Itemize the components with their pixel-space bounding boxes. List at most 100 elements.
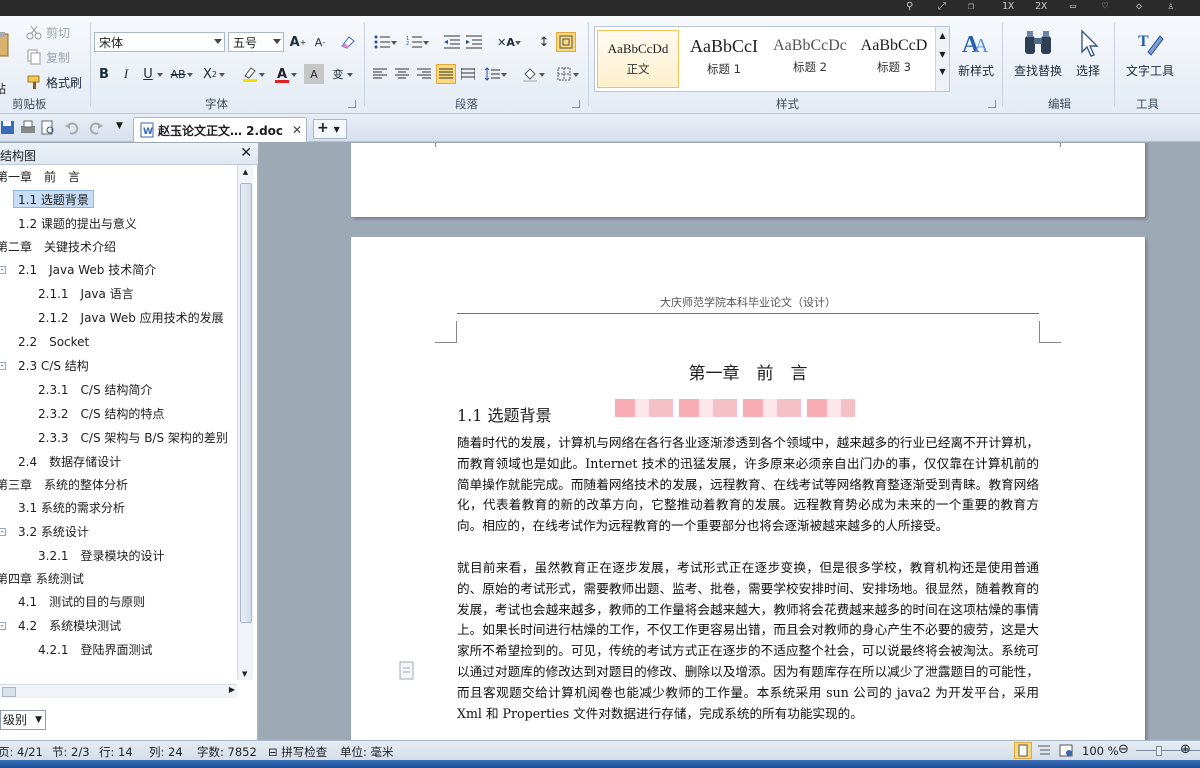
paragraph-note-icon[interactable] bbox=[399, 661, 415, 681]
text-tools-button[interactable]: T 文字工具 bbox=[1120, 28, 1180, 79]
copy-button[interactable]: 复制 bbox=[26, 47, 70, 67]
style-heading-3[interactable]: AaBbCcD 标题 3 bbox=[853, 30, 935, 88]
body-paragraph[interactable]: 随着时代的发展，计算机与网络在各行各业逐渐渗透到各个领域中，越来越多的行业已经离… bbox=[457, 433, 1039, 537]
shrink-font-button[interactable]: A- bbox=[310, 32, 330, 52]
body-paragraph[interactable]: 就目前来看，虽然教育正在逐步发展，考试形式正在逐步变换，但是很多学校，教育机构还… bbox=[457, 558, 1039, 724]
align-right-button[interactable] bbox=[414, 64, 434, 84]
outline-view-icon[interactable] bbox=[1036, 743, 1052, 758]
pin-icon[interactable]: ⚲ bbox=[906, 1, 913, 12]
undo-icon[interactable] bbox=[64, 120, 80, 136]
person-icon[interactable]: ♙ bbox=[1168, 1, 1174, 12]
scroll-down-icon[interactable]: ▼ bbox=[242, 670, 247, 678]
styles-dialog-launcher[interactable] bbox=[988, 100, 996, 108]
spell-check-toggle[interactable]: ⊟ 拼写检查 bbox=[268, 744, 327, 760]
print-icon[interactable] bbox=[20, 120, 36, 136]
new-style-button[interactable]: AA 新样式 bbox=[954, 28, 998, 79]
web-view-icon[interactable] bbox=[1058, 743, 1074, 758]
highlight-button[interactable] bbox=[240, 64, 265, 84]
paragraph-dialog-launcher[interactable] bbox=[572, 100, 580, 108]
scroll-thumb[interactable] bbox=[240, 183, 252, 623]
borders-button[interactable] bbox=[554, 64, 579, 84]
section-heading[interactable]: 1.1 选题背景 bbox=[457, 402, 552, 426]
nav-item[interactable]: 2.1 Java Web 技术简介 bbox=[18, 261, 156, 279]
superscript-button[interactable]: X2 bbox=[200, 64, 225, 84]
zoom-2x-button[interactable]: 2X bbox=[1035, 1, 1047, 12]
style-heading-1[interactable]: AaBbCcI 标题 1 bbox=[683, 30, 765, 88]
sort-button[interactable]: ↕ bbox=[534, 32, 554, 52]
zoom-in-icon[interactable]: ⊕ bbox=[1180, 742, 1191, 757]
nav-item[interactable]: 3.1 系统的需求分析 bbox=[18, 499, 125, 517]
strikethrough-button[interactable]: AB bbox=[168, 64, 193, 84]
format-painter-button[interactable]: 格式刷 bbox=[26, 72, 82, 92]
font-dialog-launcher[interactable] bbox=[348, 100, 356, 108]
font-size-select[interactable]: 五号 bbox=[228, 32, 284, 52]
zoom-out-icon[interactable]: ⊖ bbox=[1118, 742, 1129, 757]
nav-item[interactable]: 第三章 系统的整体分析 bbox=[0, 476, 128, 494]
zoom-slider-thumb[interactable] bbox=[1156, 746, 1162, 756]
nav-item[interactable]: 4.1 测试的目的与原则 bbox=[18, 593, 145, 611]
shading-button[interactable] bbox=[520, 64, 545, 84]
line-spacing-button[interactable] bbox=[482, 64, 507, 84]
grow-font-button[interactable]: A + bbox=[288, 32, 308, 52]
collapse-toggle[interactable]: - bbox=[0, 528, 6, 536]
print-preview-icon[interactable] bbox=[40, 120, 56, 136]
nav-item[interactable]: 2.3.2 C/S 结构的特点 bbox=[38, 405, 164, 423]
new-tab-button[interactable]: + ▼ bbox=[313, 119, 347, 139]
select-button[interactable]: 选择 bbox=[1070, 28, 1106, 79]
level-select[interactable]: 级别 ▼ bbox=[0, 710, 46, 730]
styles-gallery-scroll[interactable]: ▲ ▼ ▼ bbox=[935, 27, 949, 91]
find-replace-button[interactable]: 查找替换 bbox=[1010, 28, 1066, 79]
font-name-select[interactable]: 宋体 bbox=[94, 32, 225, 52]
copy-window-icon[interactable]: ❐ bbox=[968, 1, 974, 12]
style-normal[interactable]: AaBbCcDd 正文 bbox=[597, 30, 679, 88]
document-tab[interactable]: W 赵玉论文正文… 2.doc ✕ bbox=[133, 117, 307, 142]
align-center-button[interactable] bbox=[392, 64, 412, 84]
document-map-vscroll[interactable]: ▲ ▼ bbox=[237, 165, 253, 680]
nav-item[interactable]: 2.3.3 C/S 架构与 B/S 架构的差别 bbox=[38, 429, 228, 447]
bulb-icon[interactable]: ♡ bbox=[1102, 1, 1108, 12]
paste-button[interactable]: 贴 bbox=[0, 30, 10, 96]
nav-item[interactable]: 2.3 C/S 结构 bbox=[18, 357, 89, 375]
customize-quick-access-icon[interactable]: ▼ bbox=[116, 121, 123, 131]
nav-item[interactable]: 1.2 课题的提出与意义 bbox=[18, 215, 137, 233]
nav-item[interactable]: 第一章 前 言 bbox=[0, 168, 80, 186]
scroll-right-icon[interactable]: ▶ bbox=[229, 685, 235, 694]
increase-indent-button[interactable] bbox=[464, 32, 484, 52]
bell-icon[interactable]: ◇ bbox=[1136, 1, 1142, 12]
nav-item[interactable]: 2.1.2 Java Web 应用技术的发展 bbox=[38, 309, 224, 327]
nav-item[interactable]: 4.2.1 登陆界面测试 bbox=[38, 641, 153, 659]
italic-button[interactable]: I bbox=[116, 64, 136, 84]
phonetic-button[interactable]: 变 bbox=[328, 64, 353, 84]
expand-icon[interactable]: ⤢ bbox=[938, 1, 946, 12]
collapse-toggle[interactable]: - bbox=[0, 622, 6, 630]
save-icon[interactable] bbox=[0, 120, 16, 136]
align-left-button[interactable] bbox=[370, 64, 390, 84]
collapse-toggle[interactable]: - bbox=[0, 266, 6, 274]
distributed-button[interactable] bbox=[458, 64, 478, 84]
close-pane-icon[interactable]: ✕ bbox=[240, 145, 252, 161]
bullet-list-button[interactable] bbox=[372, 32, 397, 52]
window-icon[interactable]: ▭ bbox=[1070, 1, 1076, 12]
chevron-down-icon[interactable]: ▼ bbox=[936, 50, 949, 59]
clear-format-icon[interactable] bbox=[338, 32, 358, 52]
nav-item[interactable]: 2.3.1 C/S 结构简介 bbox=[38, 381, 152, 399]
numbered-list-button[interactable]: 12 bbox=[404, 32, 429, 52]
nav-item[interactable]: 2.1.1 Java 语言 bbox=[38, 285, 134, 303]
chapter-heading[interactable]: 第一章 前 言 bbox=[351, 359, 1145, 384]
zoom-level[interactable]: 100 % bbox=[1082, 744, 1119, 758]
cut-button[interactable]: 剪切 bbox=[26, 22, 70, 42]
decrease-indent-button[interactable] bbox=[442, 32, 462, 52]
status-word-count[interactable]: 字数: 7852 bbox=[197, 744, 257, 760]
close-tab-icon[interactable]: ✕ bbox=[292, 123, 302, 137]
nav-item[interactable]: 2.2 Socket bbox=[18, 333, 89, 351]
nav-item[interactable]: 第四章 系统测试 bbox=[0, 570, 84, 588]
show-marks-button[interactable] bbox=[556, 32, 576, 52]
zoom-1x-button[interactable]: 1X bbox=[1002, 1, 1014, 12]
style-heading-2[interactable]: AaBbCcDc 标题 2 bbox=[769, 30, 851, 88]
scroll-up-icon[interactable]: ▲ bbox=[238, 168, 253, 176]
nav-item[interactable]: 3.2 系统设计 bbox=[18, 523, 89, 541]
document-map-hscroll[interactable]: ▶ bbox=[0, 684, 237, 698]
nav-item[interactable]: 第二章 关键技术介绍 bbox=[0, 238, 116, 256]
chinese-layout-button[interactable]: ✕A bbox=[496, 32, 521, 52]
justify-button[interactable] bbox=[436, 64, 456, 84]
